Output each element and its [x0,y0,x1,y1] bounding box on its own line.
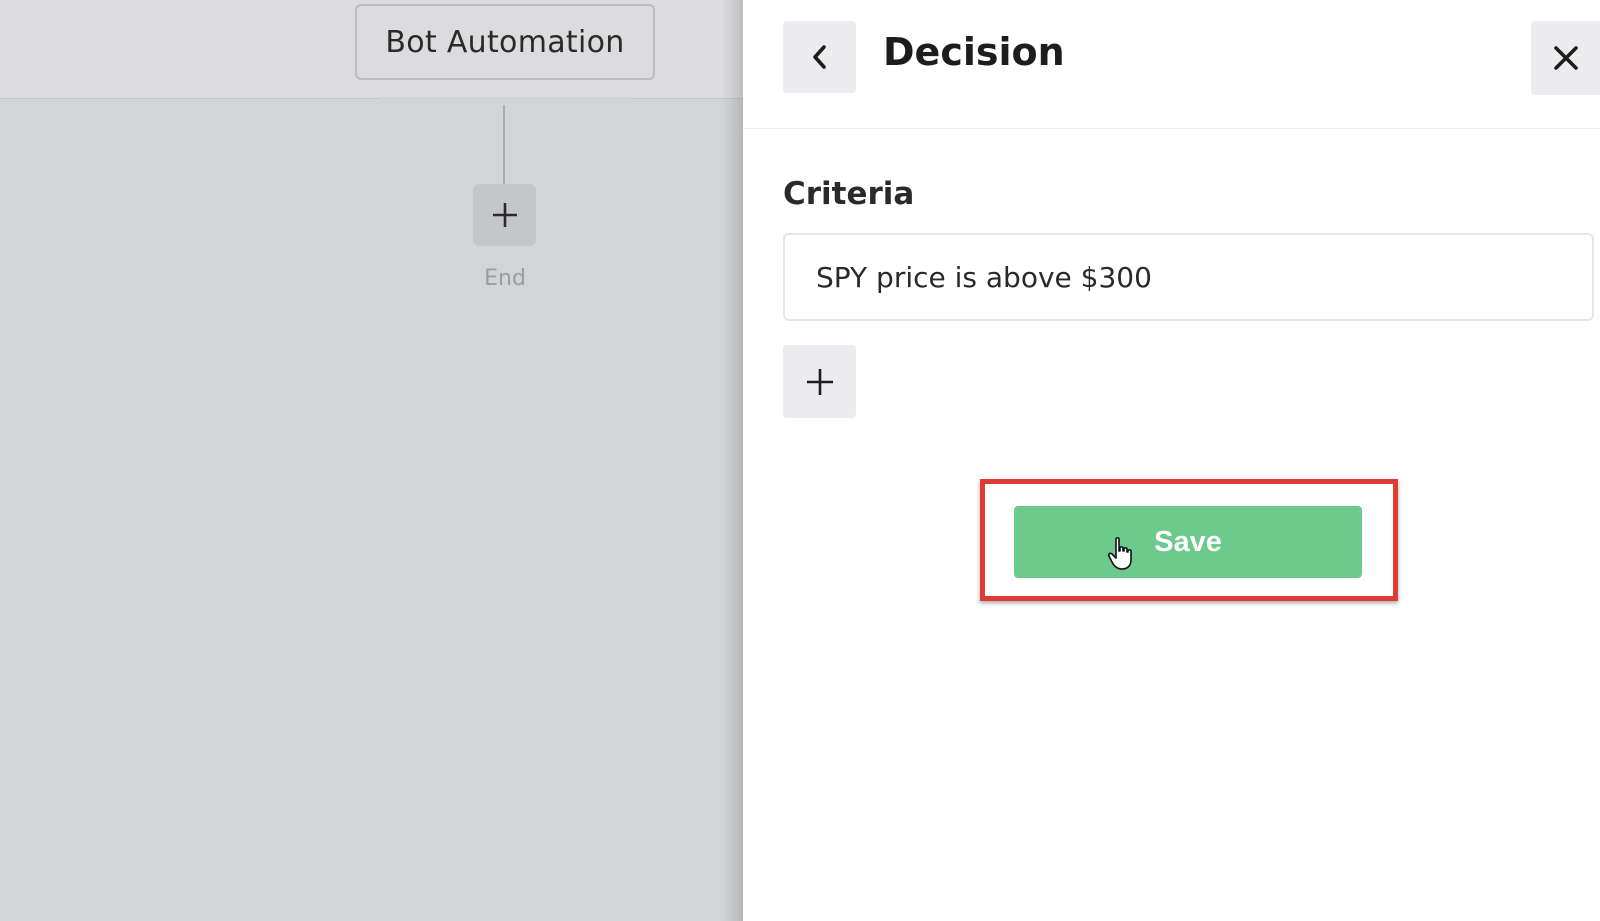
close-button[interactable] [1531,21,1600,95]
add-criteria-button[interactable] [783,345,856,418]
hand-cursor-icon [1107,537,1132,570]
end-label: End [484,266,526,291]
panel-title: Decision [883,30,1065,74]
plus-icon [806,368,833,395]
back-button[interactable] [783,21,856,93]
add-step-button[interactable] [473,184,536,246]
criteria-input[interactable] [783,233,1594,321]
panel-shadow [722,0,744,921]
node-gap [380,97,630,101]
close-icon [1553,46,1578,70]
workflow-canvas: Bot Automation End [0,0,743,921]
save-button[interactable]: Save [1014,506,1362,578]
criteria-label: Criteria [783,176,915,212]
connector-line [503,105,505,185]
chevron-left-icon [812,45,826,69]
panel-header: Decision [743,0,1600,129]
decision-panel: Decision Criteria Save [743,0,1600,921]
plus-icon [492,203,517,227]
bot-automation-node[interactable]: Bot Automation [355,4,655,80]
